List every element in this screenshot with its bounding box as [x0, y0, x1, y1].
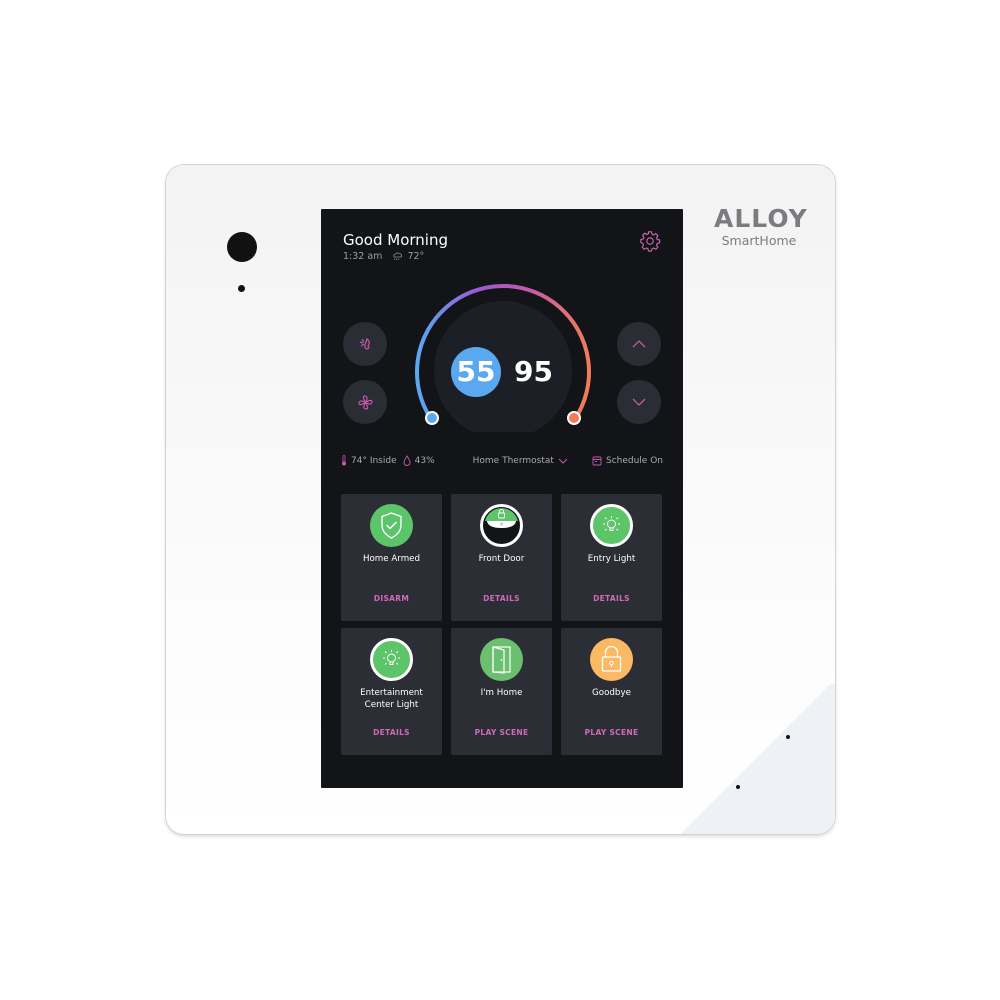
light-bulb-icon — [590, 504, 633, 547]
tile-goodbye[interactable]: Goodbye PLAY SCENE — [561, 628, 662, 755]
increase-button[interactable] — [617, 322, 661, 366]
play-scene-button[interactable]: PLAY SCENE — [451, 728, 552, 737]
droplet-icon — [403, 455, 411, 466]
brand-logo: ALLOY SmartHome — [714, 204, 808, 249]
fan-button[interactable] — [343, 380, 387, 424]
thermostat-selector-label: Home Thermostat — [472, 455, 554, 466]
inside-temp: 74° Inside — [341, 455, 397, 466]
tile-label: Home Armed — [362, 554, 421, 564]
tile-label: Goodbye — [592, 688, 631, 698]
cloud-rain-icon — [393, 252, 403, 261]
decrease-button[interactable] — [617, 380, 661, 424]
glare — [675, 684, 835, 834]
current-time: 1:32 am — [343, 251, 383, 262]
mic-hole — [786, 735, 790, 739]
details-button[interactable]: DETAILS — [341, 728, 442, 737]
gear-icon[interactable] — [639, 230, 661, 252]
humidity-value: 43% — [414, 455, 435, 466]
thermostat-selector[interactable]: Home Thermostat — [473, 456, 568, 466]
calendar-icon — [592, 456, 602, 465]
camera-lens — [227, 232, 257, 262]
light-bulb-icon — [370, 638, 413, 681]
play-scene-button[interactable]: PLAY SCENE — [561, 728, 662, 737]
weather: 72° — [392, 251, 424, 262]
schedule-toggle[interactable]: Schedule On — [592, 456, 663, 466]
schedule-label: Schedule On — [605, 455, 663, 466]
chevron-down-icon — [558, 458, 568, 464]
heat-cool-mode-icon — [359, 338, 370, 350]
outdoor-temp: 72° — [407, 251, 425, 262]
tile-label: I'm Home — [480, 688, 523, 698]
details-button[interactable]: DETAILS — [561, 594, 662, 603]
tile-entry-light[interactable]: Entry Light DETAILS — [561, 494, 662, 621]
thermometer-icon — [342, 455, 346, 466]
mic-hole — [736, 785, 740, 789]
tile-label: Front Door — [478, 554, 525, 564]
thermostat-status-bar: 74° Inside 43% Home Thermostat Schedule … — [341, 455, 663, 466]
chevron-down-icon — [632, 398, 646, 406]
smart-home-panel: ALLOY SmartHome Good Morning 1:32 am 72° — [166, 165, 835, 834]
chevron-up-icon — [632, 340, 646, 348]
cool-handle[interactable] — [567, 411, 581, 425]
door-lock-icon — [480, 504, 523, 547]
tile-im-home[interactable]: I'm Home PLAY SCENE — [451, 628, 552, 755]
heat-setpoint[interactable]: 55 — [451, 347, 501, 397]
disarm-button[interactable]: DISARM — [341, 594, 442, 603]
fan-icon — [357, 394, 373, 410]
inside-temp-value: 74° Inside — [351, 455, 397, 466]
tile-entertainment-center-light[interactable]: Entertainment Center Light DETAILS — [341, 628, 442, 755]
brand-name: ALLOY — [714, 204, 808, 233]
shield-check-icon — [370, 504, 413, 547]
details-button[interactable]: DETAILS — [451, 594, 552, 603]
brand-subtitle: SmartHome — [721, 233, 797, 248]
heat-handle[interactable] — [425, 411, 439, 425]
header-subline: 1:32 am 72° — [343, 251, 424, 262]
padlock-icon — [590, 638, 633, 681]
thermostat-dial[interactable] — [413, 282, 593, 432]
greeting-title: Good Morning — [343, 231, 448, 249]
cool-setpoint[interactable]: 95 — [514, 347, 553, 397]
tile-label: Entertainment Center Light — [360, 688, 423, 710]
door-open-icon — [480, 638, 523, 681]
touchscreen: Good Morning 1:32 am 72° 55 95 74° Insid… — [321, 209, 683, 788]
tile-home-armed[interactable]: Home Armed DISARM — [341, 494, 442, 621]
tile-front-door[interactable]: Front Door DETAILS — [451, 494, 552, 621]
mode-button[interactable] — [343, 322, 387, 366]
humidity: 43% — [403, 455, 435, 466]
light-sensor — [238, 285, 245, 292]
tile-label: Entry Light — [587, 554, 636, 564]
